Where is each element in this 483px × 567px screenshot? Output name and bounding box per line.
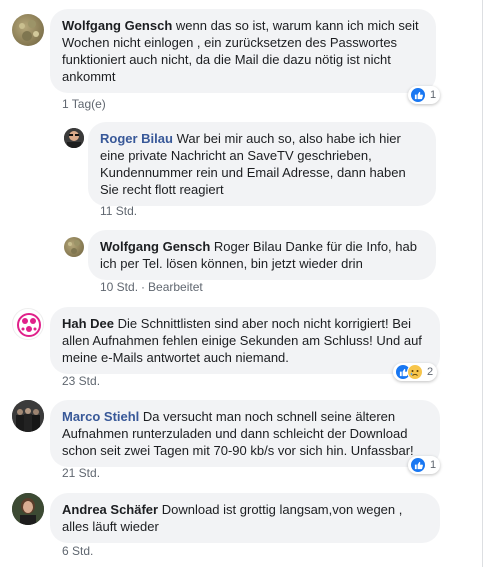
avatar[interactable] [12, 493, 44, 525]
avatar-image [12, 493, 44, 525]
comment-bubble: Roger Bilau War bei mir auch so, also ha… [88, 122, 436, 206]
comment-meta: 6 Std. [62, 544, 93, 558]
avatar-image [17, 313, 41, 337]
comment-meta: 23 Std. [62, 374, 100, 388]
avatar-image [68, 240, 80, 254]
like-reaction-icon [410, 457, 426, 473]
comment-timestamp[interactable]: 11 Std. [100, 204, 137, 218]
comment-meta: 11 Std. [100, 204, 137, 218]
comment-author[interactable]: Wolfgang Gensch [62, 18, 172, 33]
reaction-count: 1 [430, 459, 437, 471]
comment-author[interactable]: Marco Stiehl [62, 409, 139, 424]
comment-bubble: Hah Dee Die Schnittlisten sind aber noch… [50, 307, 440, 374]
avatar-image [19, 20, 39, 41]
reaction-summary[interactable]: 2 [393, 363, 438, 381]
meta-separator: · [141, 280, 146, 294]
reaction-count: 2 [427, 366, 434, 378]
comment-bubble: Marco Stiehl Da versucht man noch schnel… [50, 400, 440, 467]
comment-bubble: Andrea Schäfer Download ist grottig lang… [50, 493, 440, 543]
comment-timestamp[interactable]: 21 Std. [62, 466, 100, 480]
avatar[interactable] [64, 237, 84, 257]
avatar[interactable] [12, 400, 44, 432]
avatar-image [12, 400, 44, 432]
sad-reaction-icon [407, 364, 423, 380]
avatar[interactable] [12, 14, 44, 46]
edited-label[interactable]: Bearbeitet [148, 280, 203, 294]
comment-thread: Wolfgang Gensch wenn das so ist, warum k… [0, 0, 483, 567]
comment-timestamp[interactable]: 6 Std. [62, 544, 93, 558]
reaction-summary[interactable]: 1 [408, 456, 441, 474]
comment-author[interactable]: Roger Bilau [100, 131, 173, 146]
comment-bubble: Wolfgang Gensch wenn das so ist, warum k… [50, 9, 436, 93]
comment-bubble: Wolfgang Gensch Roger Bilau Danke für di… [88, 230, 436, 280]
comment-meta: 10 Std. · Bearbeitet [100, 280, 203, 294]
comment-meta: 1 Tag(e) [62, 97, 106, 111]
comment-timestamp[interactable]: 23 Std. [62, 374, 100, 388]
reaction-count: 1 [430, 89, 437, 101]
avatar[interactable] [12, 308, 44, 340]
reaction-summary[interactable]: 1 [408, 86, 441, 104]
avatar[interactable] [64, 128, 84, 148]
comment-author[interactable]: Andrea Schäfer [62, 502, 158, 517]
comment-timestamp[interactable]: 1 Tag(e) [62, 97, 106, 111]
comment-text: Die Schnittlisten sind aber noch nicht k… [62, 316, 422, 365]
comment-author[interactable]: Hah Dee [62, 316, 114, 331]
like-reaction-icon [410, 87, 426, 103]
comment-meta: 21 Std. [62, 466, 100, 480]
avatar-image [64, 128, 84, 148]
comment-author[interactable]: Wolfgang Gensch [100, 239, 210, 254]
comment-timestamp[interactable]: 10 Std. [100, 280, 138, 294]
